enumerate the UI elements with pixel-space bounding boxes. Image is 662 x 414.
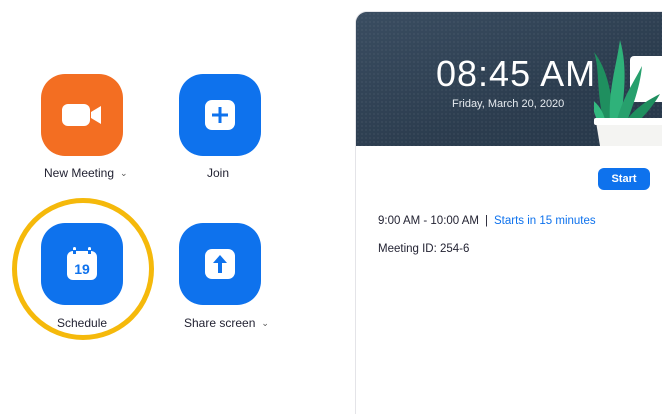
join-button[interactable] — [179, 74, 261, 156]
new-meeting-label[interactable]: New Meeting ⌄ — [44, 166, 128, 180]
schedule-button[interactable]: 19 — [41, 223, 123, 305]
upcoming-meeting-panel: 08:45 AM Friday, March 20, 2020 Start 9:… — [355, 11, 662, 414]
clock-date: Friday, March 20, 2020 — [452, 98, 565, 110]
chevron-down-icon[interactable]: ⌄ — [261, 316, 269, 330]
arrow-up-icon — [205, 249, 235, 279]
new-meeting-text: New Meeting — [44, 166, 115, 180]
clock-header: 08:45 AM Friday, March 20, 2020 — [356, 12, 662, 146]
calendar-day: 19 — [74, 261, 90, 277]
chevron-down-icon[interactable]: ⌄ — [120, 166, 128, 180]
plant-illustration-icon — [594, 40, 662, 146]
plus-icon — [205, 100, 235, 130]
join-label[interactable]: Join — [207, 166, 229, 180]
new-meeting-button[interactable] — [41, 74, 123, 156]
schedule-label[interactable]: Schedule — [57, 316, 107, 330]
meeting-time-row: 9:00 AM - 10:00 AM | Starts in 15 minutes — [378, 214, 596, 228]
zoom-home-screen: New Meeting ⌄ Join 19 Schedule Share scre… — [0, 0, 662, 414]
video-camera-icon — [62, 104, 101, 126]
meeting-starts-in: Starts in 15 minutes — [494, 215, 596, 227]
share-screen-button[interactable] — [179, 223, 261, 305]
share-screen-label[interactable]: Share screen ⌄ — [184, 316, 269, 330]
share-screen-text: Share screen — [184, 316, 256, 330]
meeting-time-range: 9:00 AM - 10:00 AM — [378, 215, 480, 227]
meeting-id: Meeting ID: 254-6 — [378, 243, 470, 255]
start-meeting-button[interactable]: Start — [598, 168, 650, 190]
calendar-icon: 19 — [67, 247, 97, 280]
clock-time: 08:45 AM — [436, 53, 597, 94]
meeting-separator: | — [485, 215, 489, 227]
